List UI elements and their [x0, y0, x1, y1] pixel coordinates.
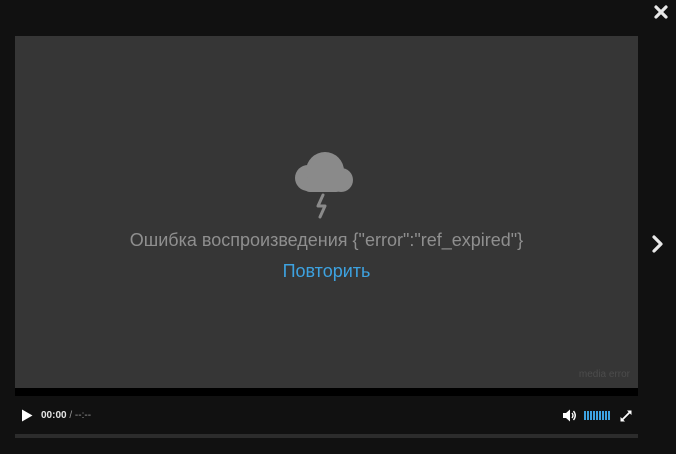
volume-level-bar [587, 411, 589, 420]
lightbox-overlay: { "lightbox": { "close_icon": "close-ico… [0, 0, 676, 454]
close-button[interactable] [653, 4, 669, 20]
controls-bar: 00:00 / --:-- [15, 396, 638, 434]
speaker-icon [563, 409, 576, 422]
volume-level-bar [590, 411, 592, 420]
retry-row: Повторить [15, 259, 638, 283]
chevron-right-icon [652, 235, 663, 253]
progress-bar[interactable] [15, 388, 638, 396]
current-time: 00:00 [41, 410, 67, 421]
video-screen[interactable]: Ошибка воспроизведения {"error":"ref_exp… [15, 36, 638, 388]
fullscreen-icon [620, 410, 632, 422]
volume-level-bar [602, 411, 604, 420]
storm-cloud-icon [295, 152, 353, 219]
watermark-text: media error [578, 369, 630, 380]
mute-button[interactable] [563, 409, 577, 422]
retry-link[interactable]: Повторить [283, 261, 371, 281]
volume-level-bar [605, 411, 607, 420]
volume-level-bar [608, 411, 610, 420]
play-icon [22, 409, 33, 422]
player-bottom-edge [15, 434, 638, 438]
volume-level-bar [593, 411, 595, 420]
time-display: 00:00 / --:-- [41, 409, 91, 422]
volume-level-bar [584, 411, 586, 420]
next-button[interactable] [651, 234, 665, 254]
error-message: Ошибка воспроизведения {"error":"ref_exp… [129, 230, 524, 250]
volume-level-bar [596, 411, 598, 420]
time-separator: / [66, 410, 75, 421]
volume-level-bar [599, 411, 601, 420]
close-icon [654, 5, 668, 19]
duration: --:-- [74, 410, 92, 421]
play-button[interactable] [21, 409, 33, 422]
fullscreen-button[interactable] [620, 409, 632, 422]
video-player: Ошибка воспроизведения {"error":"ref_exp… [15, 36, 638, 438]
volume-slider[interactable] [584, 411, 611, 420]
